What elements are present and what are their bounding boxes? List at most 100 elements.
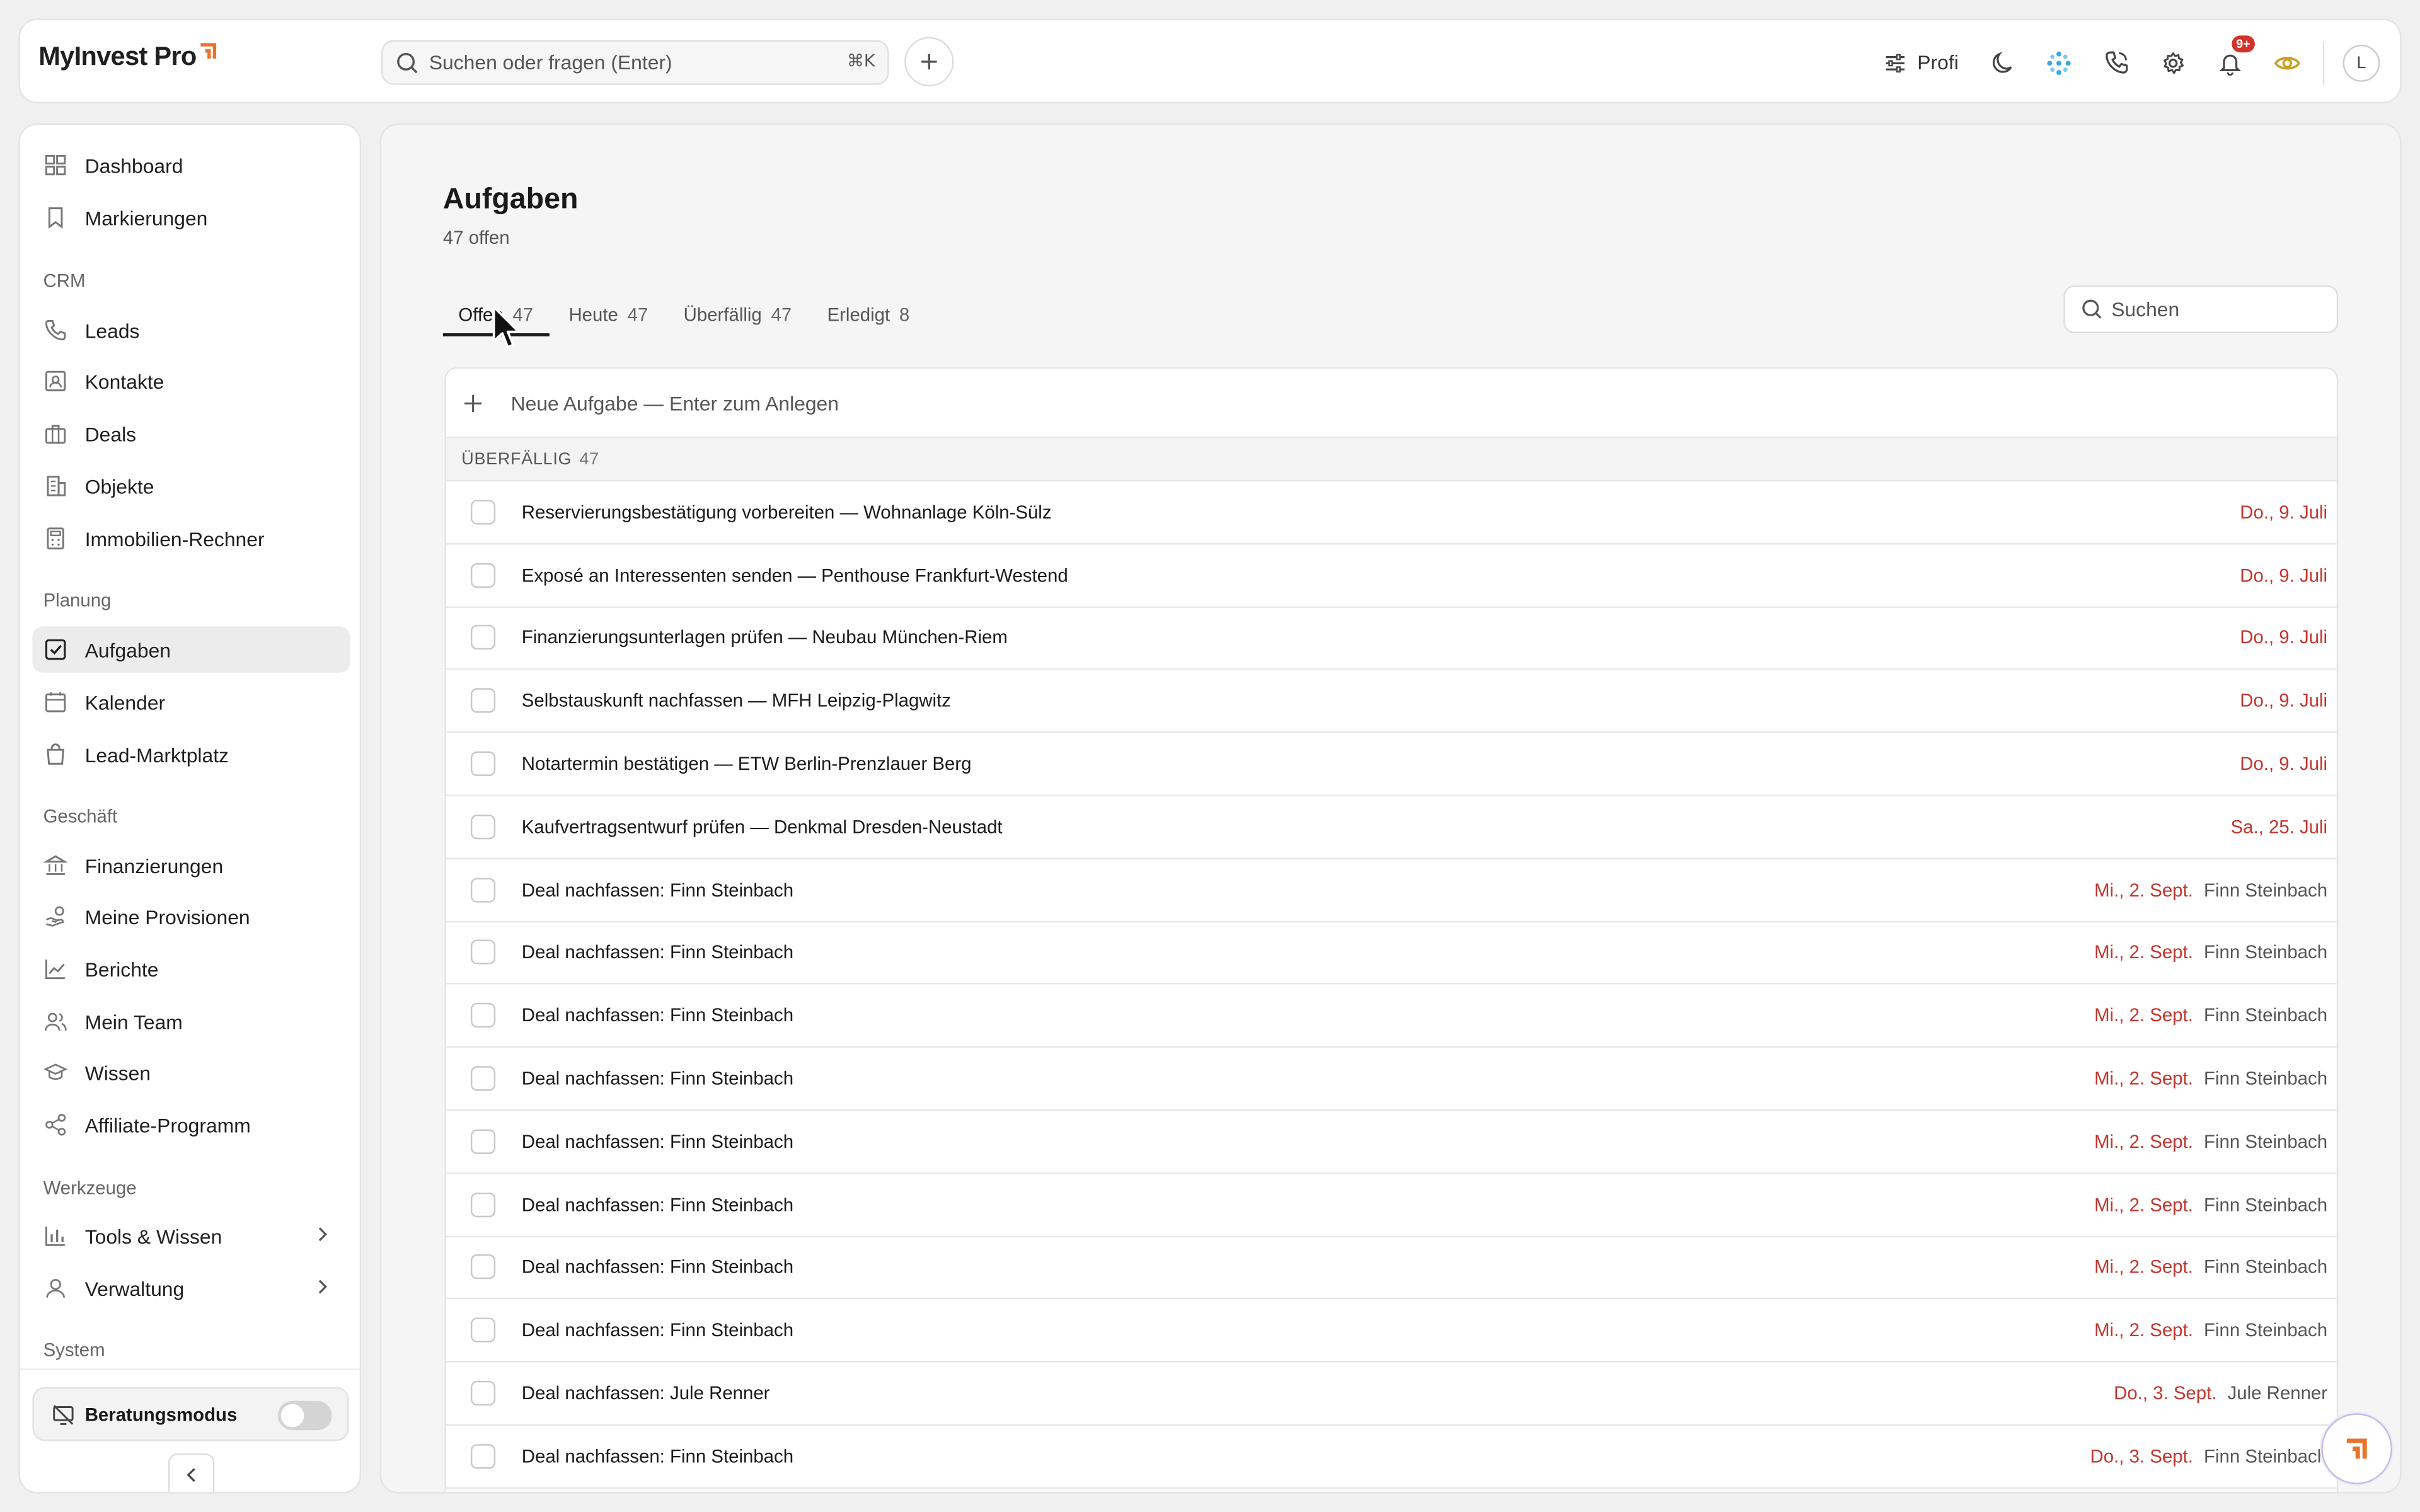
task-row[interactable]: Deal nachfassen: Finn Steinbach Mi., 2. S… — [446, 1048, 2337, 1111]
sidebar-item-kalender[interactable]: Kalender — [32, 679, 350, 725]
tab-label: Überfällig — [683, 303, 762, 325]
line-chart-icon — [45, 959, 65, 980]
task-due-date: Do., 9. Juli — [2240, 753, 2328, 775]
sidebar-item-mein-team[interactable]: Mein Team — [32, 999, 350, 1045]
task-due-date: Do., 9. Juli — [2240, 564, 2328, 586]
task-title: Deal nachfassen: Finn Steinbach — [521, 879, 794, 901]
task-checkbox[interactable] — [470, 1129, 496, 1154]
task-checkbox[interactable] — [470, 1255, 496, 1280]
task-row[interactable]: Deal nachfassen: Jule Renner Do., 3. Sept… — [446, 1363, 2337, 1426]
sidebar-item-affiliate-programm[interactable]: Affiliate-Programm — [32, 1102, 350, 1148]
task-row[interactable]: Reservierungsbestätigung vorbereiten — W… — [446, 481, 2337, 544]
sidebar-divider — [20, 1368, 360, 1370]
task-checkbox[interactable] — [470, 1003, 496, 1028]
task-meta: Sa., 25. Juli — [2231, 796, 2328, 857]
task-checkbox[interactable] — [470, 1318, 496, 1343]
task-assignee: Finn Steinbach — [2204, 1445, 2328, 1467]
tab-erledigt[interactable]: Erledigt 8 — [812, 295, 925, 333]
graduation-cap-icon — [43, 1063, 68, 1080]
task-checkbox[interactable] — [470, 877, 496, 902]
task-search-placeholder: Suchen — [2111, 297, 2180, 321]
task-due-date: Mi., 2. Sept. — [2094, 1256, 2193, 1278]
task-meta: Mi., 2. Sept. Finn Steinbach — [2094, 1048, 2327, 1109]
sidebar-section-geschaeft: Geschäft — [43, 805, 118, 827]
tab-heute[interactable]: Heute 47 — [553, 295, 664, 333]
task-row[interactable]: Deal nachfassen: Finn Steinbach Mi., 2. S… — [446, 985, 2337, 1048]
task-checkbox[interactable] — [470, 751, 496, 777]
profile-mode-button[interactable]: Profi — [1883, 50, 1959, 75]
task-checkbox[interactable] — [470, 1380, 496, 1406]
sidebar-item-tools-wissen[interactable]: Tools & Wissen — [32, 1213, 350, 1259]
phone-button[interactable] — [2100, 47, 2131, 78]
sidebar-section-planung: Planung — [43, 589, 112, 611]
tab-ueberfaellig[interactable]: Überfällig 47 — [668, 295, 807, 333]
task-checkbox[interactable] — [470, 500, 496, 525]
user-avatar[interactable]: L — [2342, 43, 2380, 81]
sidebar-item-leads[interactable]: Leads — [32, 307, 350, 353]
task-row[interactable]: Notartermin bestätigen — ETW Berlin-Pren… — [446, 733, 2337, 796]
new-task-input[interactable]: Neue Aufgabe — Enter zum Anlegen — [446, 369, 2337, 438]
beratungsmodus-toggle[interactable] — [277, 1400, 332, 1431]
sidebar-item-wissen[interactable]: Wissen — [32, 1049, 350, 1095]
sidebar-item-kontakte[interactable]: Kontakte — [32, 358, 350, 404]
task-row[interactable]: Exposé an Interessenten senden — Penthou… — [446, 544, 2337, 607]
search-icon — [2082, 299, 2102, 319]
task-meta: Mi., 2. Sept. Finn Steinbach — [2094, 1300, 2327, 1361]
task-search-input[interactable]: Suchen — [2063, 285, 2339, 333]
task-meta: Mi., 2. Sept. Finn Steinbach — [2094, 985, 2327, 1046]
task-assignee: Finn Steinbach — [2204, 1067, 2328, 1090]
task-row[interactable]: Deal nachfassen: Finn Steinbach Mi., 2. S… — [446, 1174, 2337, 1237]
sidebar-item-label: Meine Provisionen — [84, 905, 250, 929]
task-row[interactable]: Deal nachfassen: Finn Steinbach Mi., 2. S… — [446, 859, 2337, 922]
dark-mode-toggle[interactable] — [1986, 47, 2017, 78]
task-checkbox[interactable] — [470, 563, 496, 588]
sidebar-item-verwaltung[interactable]: Verwaltung — [32, 1265, 350, 1311]
sidebar-item-aufgaben[interactable]: Aufgaben — [32, 626, 350, 673]
visibility-toggle[interactable] — [2272, 47, 2303, 78]
task-checkbox[interactable] — [470, 940, 496, 965]
task-due-date: Mi., 2. Sept. — [2094, 942, 2193, 964]
task-checkbox[interactable] — [470, 688, 496, 714]
sidebar-item-finanzierungen[interactable]: Finanzierungen — [32, 842, 350, 888]
task-meta: Do., 9. Juli — [2240, 481, 2327, 542]
task-row[interactable]: Deal nachfassen: Finn Steinbach Mi., 2. S… — [446, 1300, 2337, 1363]
sidebar-item-markierungen[interactable]: Markierungen — [32, 195, 350, 241]
task-row[interactable]: Deal nachfassen: Finn Steinbach Mi., 2. S… — [446, 1111, 2337, 1174]
sidebar-item-label: Dashboard — [84, 153, 183, 177]
sidebar-item-lead-marktplatz[interactable]: Lead-Marktplatz — [32, 731, 350, 777]
sidebar-item-objekte[interactable]: Objekte — [32, 463, 350, 509]
task-row[interactable]: Deal nachfassen: Finn Steinbach Do., 3. S… — [446, 1426, 2337, 1489]
task-checkbox[interactable] — [470, 1192, 496, 1217]
sidebar-item-berichte[interactable]: Berichte — [32, 946, 350, 992]
checkbox-icon — [45, 639, 66, 660]
beratungsmodus-row: Beratungsmodus — [32, 1387, 349, 1441]
task-row[interactable]: Deal nachfassen: Finn Steinbach Mi., 2. S… — [446, 922, 2337, 985]
task-checkbox[interactable] — [470, 814, 496, 839]
task-meta: Mi., 2. Sept. Finn Steinbach — [2094, 922, 2327, 983]
task-meta: Do., 3. Sept. Finn Steinbach — [2090, 1426, 2328, 1487]
sidebar-section-werkzeuge: Werkzeuge — [43, 1177, 137, 1199]
floating-help-button[interactable] — [2321, 1413, 2392, 1484]
task-checkbox[interactable] — [470, 1443, 496, 1469]
collapse-sidebar-button[interactable] — [168, 1453, 215, 1492]
sidebar-item-immobilien-rechner[interactable]: Immobilien-Rechner — [32, 515, 350, 561]
task-row[interactable]: Deal nachfassen: Finn Steinbach Mi., 2. S… — [446, 1237, 2337, 1300]
settings-button[interactable] — [2158, 47, 2189, 78]
quick-add-button[interactable] — [904, 37, 954, 87]
task-checkbox[interactable] — [470, 1066, 496, 1091]
sidebar-item-meine-provisionen[interactable]: Meine Provisionen — [32, 893, 350, 939]
ai-assistant-button[interactable] — [2043, 47, 2074, 78]
shopping-bag-icon — [47, 743, 64, 765]
task-row[interactable]: Finanzierungsunterlagen prüfen — Neubau … — [446, 607, 2337, 670]
sidebar-item-dashboard[interactable]: Dashboard — [32, 142, 350, 188]
app-logo[interactable]: MyInvest Pro — [38, 42, 219, 72]
task-checkbox[interactable] — [470, 626, 496, 651]
sidebar-item-deals[interactable]: Deals — [32, 410, 350, 456]
task-assignee: Finn Steinbach — [2204, 942, 2328, 964]
tab-label: Erledigt — [827, 303, 890, 325]
task-row[interactable]: Kaufvertragsentwurf prüfen — Denkmal Dre… — [446, 796, 2337, 859]
sliders-icon — [1886, 53, 1905, 72]
notifications-button[interactable]: 9+ — [2215, 35, 2255, 78]
task-row[interactable]: Selbstauskunft nachfassen — MFH Leipzig-… — [446, 670, 2337, 733]
global-search-input[interactable]: Suchen oder fragen (Enter) ⌘K — [381, 40, 889, 85]
